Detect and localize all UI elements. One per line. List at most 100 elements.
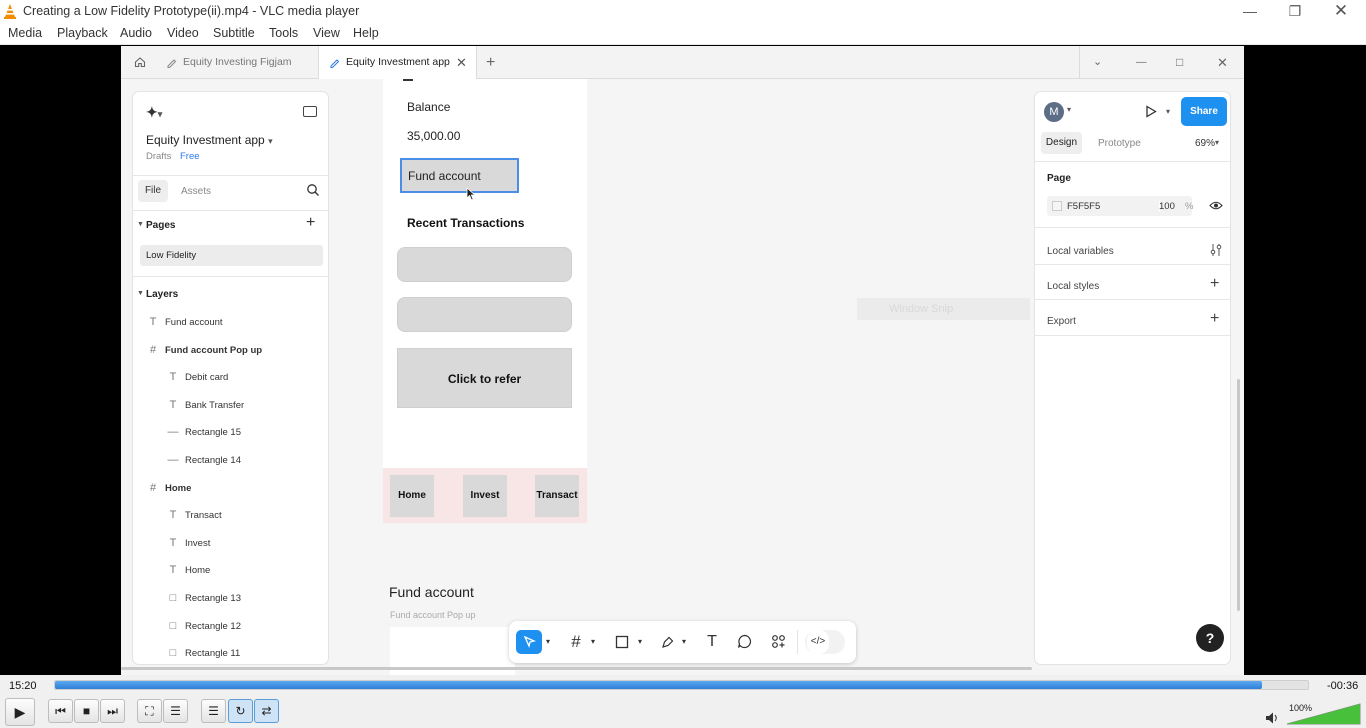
actions-tool[interactable] bbox=[765, 630, 791, 654]
fullscreen-button[interactable]: ⛶ bbox=[137, 699, 162, 723]
present-play-icon[interactable] bbox=[1145, 105, 1157, 118]
dev-mode-toggle[interactable]: </> bbox=[805, 630, 845, 654]
chevron-down-icon[interactable]: ⌄ bbox=[1093, 46, 1107, 79]
layer-item[interactable]: T Debit card bbox=[133, 366, 328, 390]
maximize-icon[interactable]: □ bbox=[1176, 46, 1190, 79]
text-tool-icon[interactable]: T bbox=[699, 630, 725, 654]
menu-view[interactable]: View bbox=[313, 26, 340, 40]
drafts-label[interactable]: Drafts bbox=[146, 151, 171, 162]
layer-item[interactable]: T Home bbox=[133, 559, 328, 583]
eye-icon[interactable] bbox=[1209, 200, 1223, 211]
layer-item[interactable]: T Transact bbox=[133, 504, 328, 528]
export-label[interactable]: Export bbox=[1047, 316, 1076, 327]
add-export-icon[interactable]: + bbox=[1210, 310, 1219, 328]
close-window-icon[interactable]: ✕ bbox=[1217, 46, 1231, 79]
rectangle-tool[interactable] bbox=[609, 630, 635, 654]
tab-equity-investment-app[interactable]: Equity Investment app ✕ bbox=[318, 46, 477, 79]
add-style-icon[interactable]: + bbox=[1210, 275, 1219, 293]
layer-item[interactable]: — Rectangle 15 bbox=[133, 421, 328, 445]
shuffle-button[interactable]: ⇄ bbox=[254, 699, 279, 723]
frame-tool-icon[interactable]: # bbox=[563, 630, 589, 654]
tab-prototype[interactable]: Prototype bbox=[1098, 138, 1141, 149]
menu-tools[interactable]: Tools bbox=[269, 26, 298, 40]
layer-item[interactable]: T Bank Transfer bbox=[133, 394, 328, 418]
move-tool-chevron-icon[interactable]: ▾ bbox=[543, 630, 553, 654]
layer-item[interactable]: — Rectangle 14 bbox=[133, 449, 328, 473]
zoom-level[interactable]: 69% bbox=[1195, 138, 1215, 149]
page-item-low-fidelity[interactable]: Low Fidelity bbox=[140, 245, 323, 266]
figma-menu-icon[interactable]: ✦▾ bbox=[146, 104, 162, 121]
menu-video[interactable]: Video bbox=[167, 26, 199, 40]
loop-button[interactable]: ↻ bbox=[228, 699, 253, 723]
layer-item[interactable]: □ Rectangle 12 bbox=[133, 615, 328, 639]
previous-button[interactable]: ⏮ bbox=[48, 699, 73, 723]
minimize-icon[interactable]: — bbox=[1136, 46, 1150, 79]
transaction-placeholder[interactable] bbox=[397, 247, 572, 282]
speaker-icon[interactable] bbox=[1265, 711, 1280, 725]
close-tab-icon[interactable]: ✕ bbox=[456, 46, 467, 79]
layer-item[interactable]: T Invest bbox=[133, 532, 328, 556]
menu-subtitle[interactable]: Subtitle bbox=[213, 26, 255, 40]
color-swatch[interactable] bbox=[1052, 201, 1062, 211]
minimize-button[interactable]: — bbox=[1227, 0, 1273, 23]
nav-invest[interactable]: Invest bbox=[463, 475, 507, 517]
pen-tool[interactable] bbox=[655, 630, 681, 654]
menu-media[interactable]: Media bbox=[8, 26, 42, 40]
frame-title[interactable]: Fund account bbox=[389, 584, 474, 600]
menu-audio[interactable]: Audio bbox=[120, 26, 152, 40]
tab-file[interactable]: File bbox=[138, 180, 168, 202]
menu-help[interactable]: Help bbox=[353, 26, 379, 40]
page-opacity-value[interactable]: 100 bbox=[1159, 201, 1175, 212]
collapse-layers-icon[interactable]: ▼ bbox=[137, 290, 144, 297]
local-variables-label[interactable]: Local variables bbox=[1047, 246, 1114, 257]
fund-account-button[interactable]: Fund account bbox=[400, 158, 519, 193]
stop-button[interactable]: ■ bbox=[74, 699, 99, 723]
restore-button[interactable]: ❐ bbox=[1272, 0, 1318, 23]
canvas-vertical-scrollbar[interactable] bbox=[1237, 379, 1240, 611]
comment-tool[interactable] bbox=[731, 630, 757, 654]
avatar-chevron-icon[interactable]: ▾ bbox=[1067, 105, 1071, 114]
zoom-chevron-icon[interactable]: ▾ bbox=[1215, 138, 1219, 147]
frame-chevron-icon[interactable]: ▾ bbox=[588, 630, 598, 654]
tab-equity-investing-figjam[interactable]: Equity Investing Figjam bbox=[166, 46, 316, 79]
play-button[interactable]: ▶ bbox=[5, 698, 35, 726]
sidebar-toggle-icon[interactable] bbox=[303, 106, 317, 117]
file-name[interactable]: Equity Investment app ▾ bbox=[146, 133, 273, 147]
page-color-value[interactable]: F5F5F5 bbox=[1067, 201, 1100, 212]
next-button[interactable]: ⏭ bbox=[100, 699, 125, 723]
tab-design[interactable]: Design bbox=[1041, 132, 1082, 154]
add-page-icon[interactable]: + bbox=[306, 214, 315, 232]
frame-subtitle[interactable]: Fund account Pop up bbox=[390, 610, 476, 620]
menu-playback[interactable]: Playback bbox=[57, 26, 108, 40]
pen-chevron-icon[interactable]: ▾ bbox=[679, 630, 689, 654]
playlist-button[interactable]: ☰ bbox=[201, 699, 226, 723]
local-styles-label[interactable]: Local styles bbox=[1047, 281, 1099, 292]
layer-item[interactable]: # Fund account Pop up bbox=[133, 339, 328, 363]
layer-item[interactable]: # Home bbox=[133, 477, 328, 501]
refer-card[interactable]: Click to refer bbox=[397, 348, 572, 408]
transaction-placeholder[interactable] bbox=[397, 297, 572, 332]
rectangle-chevron-icon[interactable]: ▾ bbox=[635, 630, 645, 654]
home-tab[interactable] bbox=[129, 46, 151, 79]
variables-settings-icon[interactable] bbox=[1210, 243, 1222, 257]
time-remaining[interactable]: -00:36 bbox=[1327, 680, 1358, 692]
play-chevron-icon[interactable]: ▾ bbox=[1166, 107, 1170, 116]
share-button[interactable]: Share bbox=[1181, 97, 1227, 126]
new-tab-icon[interactable]: + bbox=[486, 46, 500, 79]
avatar[interactable]: M bbox=[1044, 102, 1064, 122]
artboard-home[interactable]: Balance 35,000.00 Fund account Recent Tr… bbox=[383, 79, 587, 523]
tab-assets[interactable]: Assets bbox=[181, 186, 211, 197]
move-tool[interactable] bbox=[516, 630, 542, 654]
close-button[interactable]: ✕ bbox=[1318, 0, 1364, 23]
volume-slider[interactable] bbox=[1286, 703, 1361, 725]
help-button[interactable]: ? bbox=[1196, 624, 1224, 652]
layer-item[interactable]: T Fund account bbox=[133, 311, 328, 335]
collapse-pages-icon[interactable]: ▼ bbox=[137, 221, 144, 228]
page-color-field[interactable]: F5F5F5 100 % bbox=[1047, 196, 1193, 216]
search-icon[interactable] bbox=[306, 183, 320, 197]
nav-transact[interactable]: Transact bbox=[535, 475, 579, 517]
extended-settings-button[interactable]: ☰ bbox=[163, 699, 188, 723]
layer-item[interactable]: □ Rectangle 11 bbox=[133, 642, 328, 664]
canvas-horizontal-scrollbar[interactable] bbox=[121, 667, 1032, 670]
nav-home[interactable]: Home bbox=[390, 475, 434, 517]
